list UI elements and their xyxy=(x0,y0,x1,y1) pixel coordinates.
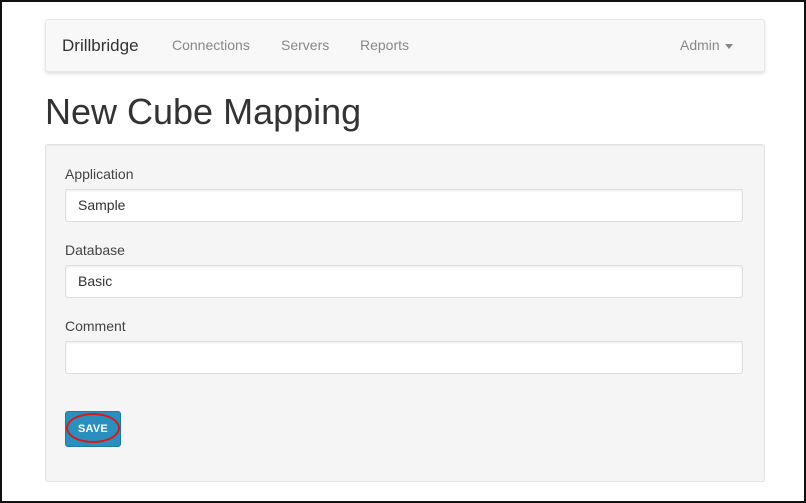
application-label: Application xyxy=(65,166,134,182)
top-navbar: Drillbridge Connections Servers Reports … xyxy=(45,19,765,72)
database-label: Database xyxy=(65,242,125,258)
admin-dropdown-label: Admin xyxy=(680,37,720,53)
admin-dropdown[interactable]: Admin xyxy=(680,36,733,54)
application-input[interactable] xyxy=(65,189,743,222)
nav-link-reports[interactable]: Reports xyxy=(360,36,409,54)
comment-label: Comment xyxy=(65,318,126,334)
save-button[interactable]: SAVE xyxy=(65,411,121,447)
nav-link-servers[interactable]: Servers xyxy=(281,36,329,54)
screenshot-frame: Drillbridge Connections Servers Reports … xyxy=(0,0,806,503)
cube-mapping-form: Application Database Comment SAVE xyxy=(45,144,765,482)
brand-link[interactable]: Drillbridge xyxy=(62,36,139,56)
caret-down-icon xyxy=(724,43,733,49)
comment-input[interactable] xyxy=(65,341,743,374)
nav-link-connections[interactable]: Connections xyxy=(172,36,250,54)
page-title: New Cube Mapping xyxy=(45,91,362,132)
database-input[interactable] xyxy=(65,265,743,298)
